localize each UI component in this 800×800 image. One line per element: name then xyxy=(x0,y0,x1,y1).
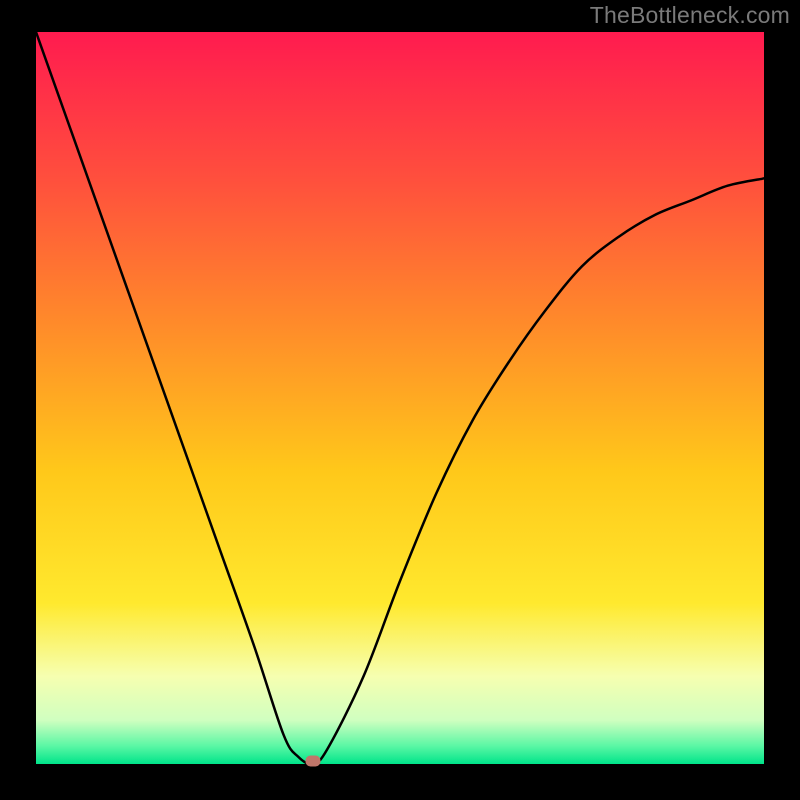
optimal-point-marker xyxy=(305,756,320,767)
chart-frame: TheBottleneck.com xyxy=(0,0,800,800)
plot-area xyxy=(36,32,764,764)
watermark-text: TheBottleneck.com xyxy=(590,2,790,29)
bottleneck-curve xyxy=(36,32,764,764)
